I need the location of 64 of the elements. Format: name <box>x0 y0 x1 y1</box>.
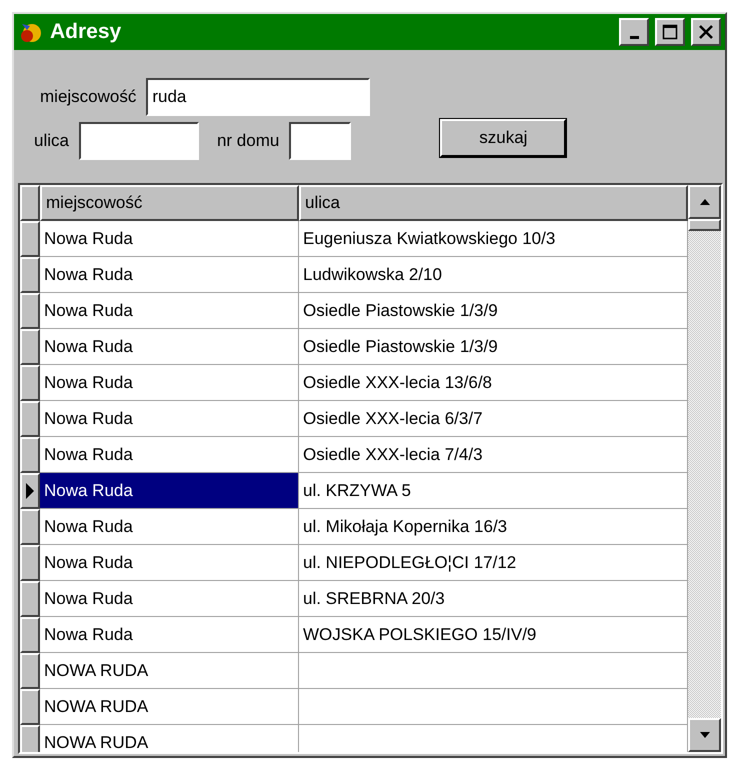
input-field[interactable] <box>78 122 199 160</box>
table-cell: Nowa Ruda <box>40 293 299 329</box>
table-cell: ul. SREBRNA 20/3 <box>299 581 688 617</box>
row-indicator[interactable] <box>20 689 40 725</box>
search-button[interactable]: szukaj <box>440 118 566 156</box>
table-cell: Nowa Ruda <box>40 365 299 401</box>
row-indicator[interactable] <box>20 725 40 752</box>
table-cell: ul. NIEPODLEGŁO¦CI 17/12 <box>299 545 688 581</box>
field-label: ulica <box>34 130 69 150</box>
current-row-icon <box>25 482 35 500</box>
table-cell: Osiedle XXX-lecia 7/4/3 <box>299 437 688 473</box>
window-title: Adresy <box>50 20 122 44</box>
table-cell: Osiedle Piastowskie 1/3/9 <box>299 293 688 329</box>
up-arrow-icon <box>698 198 710 206</box>
table-cell: Nowa Ruda <box>40 473 299 509</box>
column-header[interactable]: ulica <box>299 185 688 221</box>
table-cell: ul. Mikołaja Kopernika 16/3 <box>299 509 688 545</box>
scroll-thumb[interactable] <box>688 219 721 231</box>
scroll-down-button[interactable] <box>688 718 721 752</box>
row-indicator[interactable] <box>20 221 40 257</box>
row-indicator[interactable] <box>20 509 40 545</box>
minimize-button[interactable] <box>619 18 649 46</box>
table-cell: Osiedle Piastowskie 1/3/9 <box>299 329 688 365</box>
row-indicator[interactable] <box>20 545 40 581</box>
table-cell: Nowa Ruda <box>40 545 299 581</box>
table-cell: Ludwikowska 2/10 <box>299 257 688 293</box>
row-indicator[interactable] <box>20 329 40 365</box>
close-icon <box>698 24 714 40</box>
maximize-icon <box>662 24 678 40</box>
row-indicator[interactable] <box>20 257 40 293</box>
table-cell: Nowa Ruda <box>40 257 299 293</box>
table-cell: ul. KRZYWA 5 <box>299 473 688 509</box>
minimize-icon <box>630 36 638 38</box>
close-button[interactable] <box>691 18 721 46</box>
row-indicator[interactable] <box>20 293 40 329</box>
table-cell: NOWA RUDA <box>40 689 299 725</box>
table-cell: NOWA RUDA <box>40 653 299 689</box>
scroll-up-button[interactable] <box>688 185 721 219</box>
field-label: miejscowość <box>40 86 136 106</box>
table-cell: Eugeniusza Kwiatkowskiego 10/3 <box>299 221 688 257</box>
row-indicator[interactable] <box>20 581 40 617</box>
table-cell: Osiedle XXX-lecia 13/6/8 <box>299 365 688 401</box>
column-header[interactable]: miejscowość <box>40 185 299 221</box>
input-field[interactable]: ruda <box>146 78 370 116</box>
maximize-button[interactable] <box>655 18 685 46</box>
input-field[interactable] <box>289 122 352 160</box>
row-indicator[interactable] <box>20 473 40 509</box>
table-cell: Nowa Ruda <box>40 329 299 365</box>
table-cell: Osiedle XXX-lecia 6/3/7 <box>299 401 688 437</box>
row-indicator[interactable] <box>20 617 40 653</box>
table-cell: Nowa Ruda <box>40 581 299 617</box>
row-indicator[interactable] <box>20 653 40 689</box>
scrollbar[interactable] <box>688 185 721 752</box>
row-indicator[interactable] <box>20 365 40 401</box>
table-cell: Nowa Ruda <box>40 401 299 437</box>
table-cell: Nowa Ruda <box>40 509 299 545</box>
table-cell: Nowa Ruda <box>40 437 299 473</box>
table-cell: Nowa Ruda <box>40 617 299 653</box>
field-label: nr domu <box>216 130 280 150</box>
table-cell: Nowa Ruda <box>40 221 299 257</box>
table-cell: WOJSKA POLSKIEGO 15/IV/9 <box>299 617 688 653</box>
row-indicator[interactable] <box>20 401 40 437</box>
down-arrow-icon <box>698 731 710 739</box>
row-indicator[interactable] <box>20 437 40 473</box>
